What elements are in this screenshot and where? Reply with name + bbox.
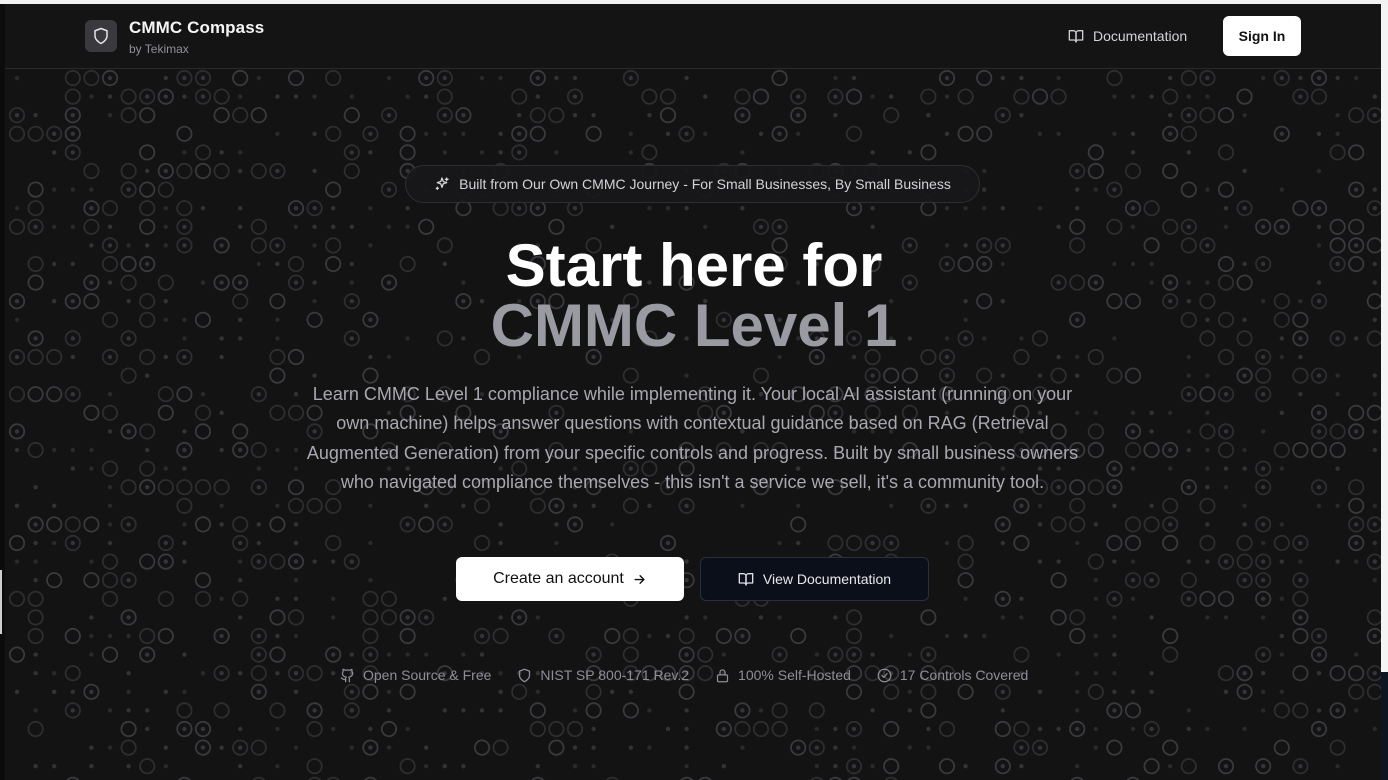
window-right-edge bbox=[1381, 672, 1388, 780]
create-account-button[interactable]: Create an account bbox=[456, 557, 684, 601]
feature-label: 17 Controls Covered bbox=[899, 667, 1029, 683]
window-left-sliver bbox=[0, 570, 2, 634]
shield-icon bbox=[517, 668, 532, 683]
create-account-label: Create an account bbox=[493, 570, 624, 587]
nav-documentation-label: Documentation bbox=[1093, 28, 1188, 44]
view-documentation-label: View Documentation bbox=[762, 571, 892, 587]
hero-title-line2: CMMC Level 1 bbox=[490, 292, 898, 359]
view-documentation-button[interactable]: View Documentation bbox=[700, 557, 929, 601]
feature-item-self-hosted: 100% Self-Hosted bbox=[715, 667, 851, 683]
logo[interactable] bbox=[85, 20, 117, 52]
hero-title-line1: Start here for bbox=[505, 232, 883, 299]
feature-item-nist: NIST SP 800-171 Rev.2 bbox=[517, 667, 689, 683]
arrow-right-icon bbox=[632, 572, 647, 587]
feature-label: 100% Self-Hosted bbox=[738, 667, 851, 683]
hero-description: Learn CMMC Level 1 compliance while impl… bbox=[306, 384, 1079, 493]
scrollbar-track[interactable] bbox=[1381, 4, 1388, 780]
shield-icon bbox=[92, 27, 110, 45]
brand-subtitle: by Tekimax bbox=[129, 42, 189, 56]
sign-in-button[interactable]: Sign In bbox=[1223, 16, 1301, 56]
feature-item-open-source: Open Source & Free bbox=[340, 667, 491, 683]
brand-title[interactable]: CMMC Compass bbox=[129, 18, 264, 38]
sparkles-icon bbox=[434, 176, 450, 192]
book-open-icon bbox=[738, 571, 754, 587]
nav-documentation-link[interactable]: Documentation bbox=[1068, 24, 1187, 48]
lock-icon bbox=[715, 668, 730, 683]
site-header: CMMC Compass by Tekimax Documentation Si… bbox=[5, 4, 1381, 69]
hero-badge-text: Built from Our Own CMMC Journey - For Sm… bbox=[459, 176, 951, 192]
check-circle-icon bbox=[877, 668, 892, 683]
github-icon bbox=[340, 668, 355, 683]
hero-badge: Built from Our Own CMMC Journey - For Sm… bbox=[405, 165, 980, 203]
feature-label: NIST SP 800-171 Rev.2 bbox=[540, 667, 690, 683]
feature-label: Open Source & Free bbox=[363, 667, 492, 683]
book-open-icon bbox=[1068, 28, 1084, 44]
feature-list: Open Source & Free NIST SP 800-171 Rev.2… bbox=[340, 663, 1028, 687]
feature-item-controls: 17 Controls Covered bbox=[877, 667, 1028, 683]
